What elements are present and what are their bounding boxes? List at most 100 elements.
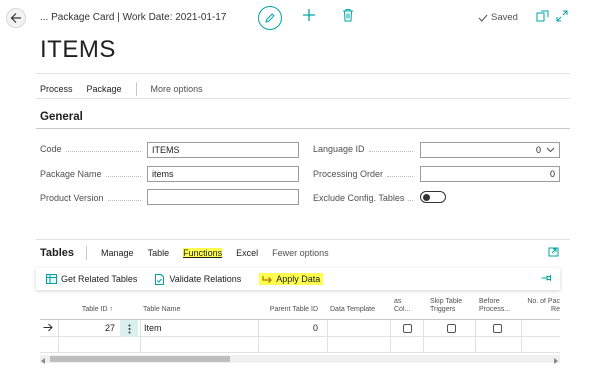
saved-label: Saved	[491, 12, 518, 23]
column-header-before-process[interactable]: Before Process...	[479, 298, 510, 314]
row-actions-button[interactable]	[120, 320, 138, 337]
get-related-tables-button[interactable]: Get Related Tables	[46, 274, 137, 284]
saved-status: Saved	[478, 12, 518, 23]
tab-manage[interactable]: Manage	[101, 248, 134, 258]
expand-button[interactable]	[556, 10, 568, 24]
expand-icon	[556, 10, 568, 22]
scrollbar-thumb[interactable]	[50, 356, 230, 362]
exclude-config-label: Exclude Config. Tables	[313, 193, 417, 203]
tables-tab-bar: Tables Manage Table Functions Excel Fewe…	[40, 246, 329, 260]
scroll-left-icon[interactable]	[41, 356, 46, 366]
tab-fewer-options[interactable]: Fewer options	[272, 248, 329, 258]
column-header-table-name[interactable]: Table Name	[143, 306, 180, 314]
functions-toolbar: Get Related Tables Validate Relations Ap…	[36, 268, 560, 290]
cell-divider	[58, 320, 59, 337]
cell-divider	[140, 337, 141, 352]
page-title: ITEMS	[40, 36, 116, 63]
validate-relations-label: Validate Relations	[169, 274, 242, 284]
cell-divider	[390, 320, 391, 337]
processing-order-input[interactable]: 0	[420, 166, 560, 182]
processing-order-label: Processing Order	[313, 169, 417, 179]
edit-button[interactable]	[258, 6, 282, 30]
cell-divider	[475, 320, 476, 337]
document-check-icon	[155, 273, 165, 285]
tab-table[interactable]: Table	[148, 248, 170, 258]
cell-parent-table-id[interactable]: 0	[262, 323, 318, 333]
action-separator	[135, 82, 137, 96]
product-version-input[interactable]	[147, 189, 299, 205]
apply-data-button[interactable]: Apply Data	[259, 273, 324, 285]
trash-icon	[343, 9, 353, 22]
new-button[interactable]	[302, 8, 316, 24]
cell-table-id[interactable]: 27	[60, 323, 115, 333]
chevron-down-icon	[546, 147, 555, 153]
table-row[interactable]: 27 Item 0	[40, 319, 560, 337]
tab-functions[interactable]: Functions	[183, 248, 223, 258]
cell-divider	[140, 320, 141, 337]
column-header-table-id[interactable]: Table ID ↑	[58, 306, 113, 314]
cell-divider	[327, 320, 328, 337]
cell-divider	[521, 320, 522, 337]
tab-separator	[86, 246, 88, 260]
plus-icon	[303, 9, 315, 21]
tab-excel[interactable]: Excel	[236, 248, 258, 258]
table-row-empty[interactable]	[40, 337, 560, 353]
package-name-label: Package Name	[40, 169, 145, 179]
action-more-options[interactable]: More options	[151, 84, 203, 94]
before-process-checkbox[interactable]	[493, 324, 502, 333]
arrow-right-icon	[262, 275, 273, 283]
cell-divider	[475, 337, 476, 352]
language-id-value: 0	[535, 145, 541, 155]
general-section-title[interactable]: General	[40, 111, 83, 123]
table-icon	[46, 274, 57, 284]
divider	[36, 98, 570, 99]
pin-toolbar-button[interactable]	[541, 274, 552, 284]
action-bar: Process Package More options	[40, 82, 217, 96]
exclude-config-toggle[interactable]	[420, 191, 446, 203]
row-arrow-icon	[43, 323, 53, 334]
open-in-page-icon	[548, 247, 559, 257]
code-label: Code	[40, 144, 145, 154]
column-header-data-template[interactable]: Data Template	[330, 306, 375, 314]
package-name-input[interactable]: items	[147, 166, 299, 182]
tables-section-title[interactable]: Tables	[40, 247, 74, 259]
delete-button[interactable]	[342, 8, 354, 24]
horizontal-scrollbar[interactable]	[40, 355, 560, 366]
skip-triggers-checkbox[interactable]	[447, 324, 456, 333]
open-in-page-button[interactable]	[548, 247, 559, 259]
open-in-new-window-icon	[536, 10, 549, 22]
cell-divider	[423, 320, 424, 337]
arrow-left-icon	[10, 13, 21, 23]
apply-data-label: Apply Data	[276, 274, 321, 284]
cell-table-name[interactable]: Item	[144, 323, 162, 333]
cell-divider	[327, 337, 328, 352]
divider	[36, 239, 570, 240]
toggle-knob	[423, 194, 430, 201]
get-related-tables-label: Get Related Tables	[61, 274, 138, 284]
language-id-select[interactable]: 0	[420, 142, 560, 158]
column-header-skip-triggers[interactable]: Skip Table Triggers	[430, 298, 462, 314]
divider	[36, 73, 570, 74]
column-header-as-col[interactable]: as Col...	[394, 298, 410, 314]
as-col-checkbox[interactable]	[403, 324, 412, 333]
cell-divider	[58, 337, 59, 352]
vertical-ellipsis-icon	[128, 324, 130, 333]
product-version-label: Product Version	[40, 193, 145, 203]
column-header-parent-table-id[interactable]: Parent Table ID	[260, 306, 318, 314]
cell-divider	[258, 337, 259, 352]
cell-divider	[258, 320, 259, 337]
language-id-label: Language ID	[313, 144, 417, 154]
column-header-no-of-pac[interactable]: No. of Pac Re	[524, 298, 560, 314]
cell-divider	[390, 337, 391, 352]
open-new-window-button[interactable]	[536, 10, 549, 24]
scroll-right-icon[interactable]	[553, 356, 558, 366]
validate-relations-button[interactable]: Validate Relations	[155, 273, 242, 285]
breadcrumb: ... Package Card | Work Date: 2021-01-17	[40, 12, 227, 23]
action-package[interactable]: Package	[87, 84, 122, 94]
code-input[interactable]: ITEMS	[147, 142, 299, 158]
back-button[interactable]	[6, 8, 26, 28]
divider	[36, 128, 570, 129]
checkmark-icon	[478, 14, 488, 22]
pencil-icon	[265, 13, 275, 23]
action-process[interactable]: Process	[40, 84, 73, 94]
